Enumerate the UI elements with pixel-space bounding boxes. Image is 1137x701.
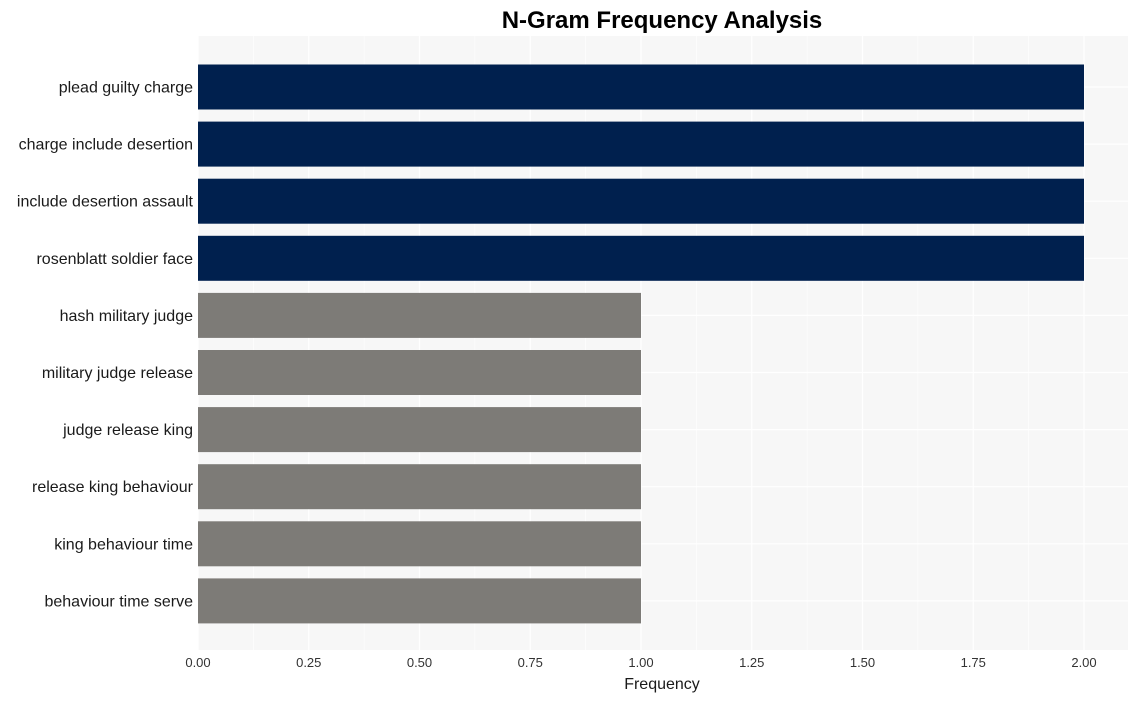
ngram-chart: N-Gram Frequency Analysis plead guilty c… [17,7,1128,693]
y-tick-labels: plead guilty charge charge include desert… [17,80,194,611]
x-tick-labels: 0.00 0.25 0.50 0.75 1.00 1.25 1.50 1.75 2.00 [185,655,1096,670]
x-tick-label: 0.75 [518,655,543,670]
x-tick-label: 1.00 [628,655,653,670]
x-tick-label: 0.25 [296,655,321,670]
y-tick-label: release king behaviour [32,479,194,496]
y-tick-label: plead guilty charge [59,80,193,97]
bar-king-behaviour-time [198,521,641,567]
bar-judge-release-king [198,407,641,453]
chart-title: N-Gram Frequency Analysis [502,7,823,34]
y-tick-label: rosenblatt soldier face [36,251,193,268]
y-tick-label: include desertion assault [17,194,194,211]
y-tick-label: judge release king [62,422,193,439]
x-tick-label: 1.50 [850,655,875,670]
bar-hash-military-judge [198,292,641,338]
y-tick-label: king behaviour time [54,536,193,553]
y-tick-label: charge include desertion [19,137,193,154]
x-tick-label: 1.25 [739,655,764,670]
x-tick-label: 0.50 [407,655,432,670]
bar-charge-include-desertion [198,121,1084,167]
bar-military-judge-release [198,350,641,395]
x-axis-label: Frequency [624,676,700,693]
bar-behaviour-time-serve [198,578,641,624]
y-tick-label: hash military judge [60,308,194,325]
bar-release-king-behaviour [198,464,641,510]
x-tick-label: 1.75 [961,655,986,670]
bar-plead-guilty-charge [198,64,1084,110]
bar-rosenblatt-soldier-face [198,235,1084,281]
x-tick-label: 2.00 [1071,655,1096,670]
bar-include-desertion-assault [198,178,1084,224]
y-tick-label: behaviour time serve [44,593,193,610]
x-tick-label: 0.00 [185,655,210,670]
y-tick-label: military judge release [42,365,193,382]
